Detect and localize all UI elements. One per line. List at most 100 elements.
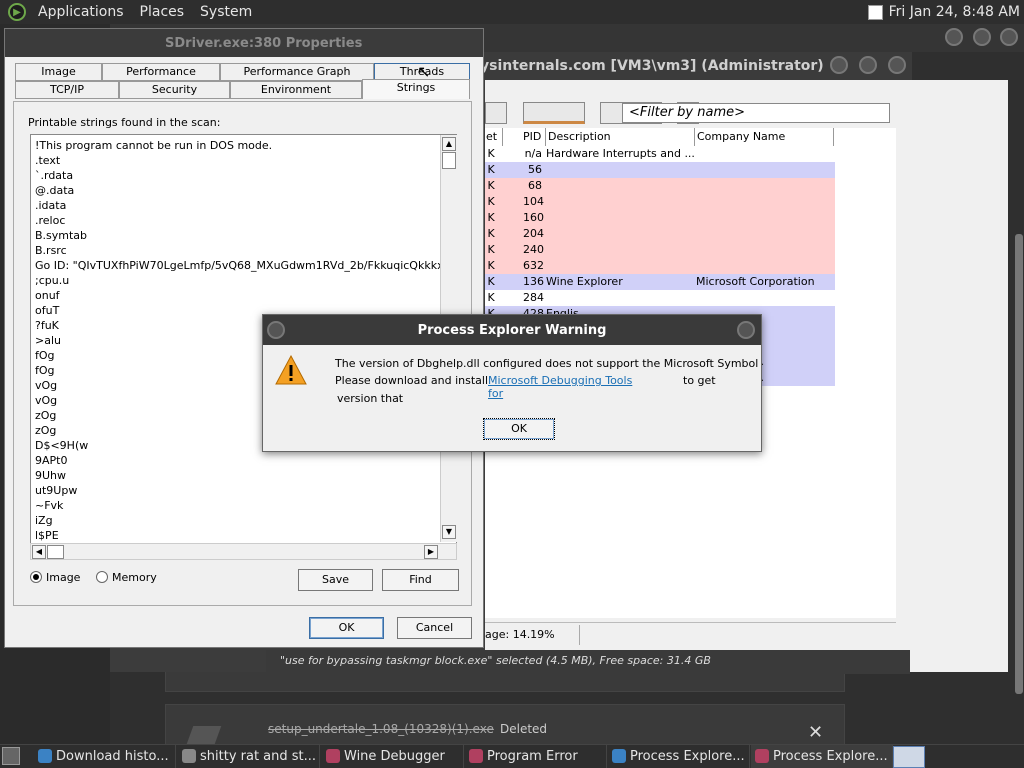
taskbar-item-label: shitty rat and st... <box>200 749 317 764</box>
download-status: Deleted <box>500 722 548 736</box>
scroll-up-icon[interactable]: ▲ <box>442 137 456 151</box>
process-pid: 160 <box>523 211 544 224</box>
ok-button[interactable]: OK <box>309 617 384 639</box>
column-header[interactable]: Description <box>545 128 695 146</box>
remove-download-icon[interactable]: ✕ <box>808 722 823 743</box>
process-row[interactable]: 0 K 104 <box>477 194 835 210</box>
taskbar-item[interactable]: Process Explore... <box>608 745 750 768</box>
tab-strings[interactable]: Strings <box>362 79 470 99</box>
tab-environment[interactable]: Environment <box>230 81 362 99</box>
props-titlebar: SDriver.exe:380 Properties <box>5 29 483 57</box>
strings-label: Printable strings found in the scan: <box>28 116 221 129</box>
process-row[interactable]: 4 K 632 <box>477 258 835 274</box>
app-icon <box>326 749 340 763</box>
process-row[interactable]: 0 K 56 <box>477 162 835 178</box>
clock[interactable]: Fri Jan 24, 8:48 AM <box>889 4 1020 20</box>
taskbar-item[interactable]: Download histo... <box>34 745 176 768</box>
show-desktop-icon[interactable] <box>2 747 20 765</box>
tab-image[interactable]: Image <box>15 63 102 81</box>
scrollbar[interactable] <box>1015 234 1023 694</box>
process-pid: 204 <box>523 227 544 240</box>
process-description: Hardware Interrupts and ... <box>546 147 695 160</box>
string-item[interactable]: !This program cannot be run in DOS mode. <box>31 138 456 153</box>
scroll-left-icon[interactable]: ◀ <box>32 545 46 559</box>
process-row[interactable]: 8 K 204 <box>477 226 835 242</box>
process-pid: 284 <box>523 291 544 304</box>
minimize-icon[interactable] <box>945 28 963 46</box>
minimize-icon[interactable] <box>830 56 849 74</box>
download-status-line: "use for bypassing taskmgr block.exe" se… <box>266 650 910 674</box>
close-icon[interactable] <box>737 321 755 339</box>
string-item[interactable]: `.rdata <box>31 168 456 183</box>
scroll-right-icon[interactable]: ▶ <box>424 545 438 559</box>
column-header[interactable]: et <box>483 128 503 146</box>
horizontal-scrollbar[interactable]: ◀ ▶ <box>30 543 457 560</box>
process-row[interactable]: 6 K 68 <box>477 178 835 194</box>
panel-checkbox-icon[interactable] <box>867 4 883 20</box>
memory-graph[interactable] <box>523 102 585 124</box>
radio-memory[interactable] <box>96 571 108 583</box>
column-header[interactable]: Company Name <box>694 128 834 146</box>
download-filename[interactable]: setup_undertale_1.08_(10328)(1).exe <box>268 722 494 736</box>
cpu-graph[interactable] <box>485 102 507 124</box>
process-company: Microsoft Corporation <box>696 275 815 288</box>
process-pid: 240 <box>523 243 544 256</box>
tab-tcpip[interactable]: TCP/IP <box>15 81 119 99</box>
string-item[interactable]: onuf <box>31 288 456 303</box>
close-icon[interactable] <box>1000 28 1018 46</box>
string-item[interactable]: B.symtab <box>31 228 456 243</box>
menu-places[interactable]: Places <box>132 0 193 24</box>
warning-ok-button[interactable]: OK <box>483 418 555 440</box>
string-item[interactable]: .idata <box>31 198 456 213</box>
filter-input[interactable]: <Filter by name> <box>622 103 890 123</box>
warning-title: Process Explorer Warning <box>417 323 607 338</box>
workspace-switcher[interactable] <box>893 746 925 768</box>
string-item[interactable]: 9APt0 <box>31 453 456 468</box>
save-button[interactable]: Save <box>298 569 373 591</box>
taskbar-item[interactable]: Process Explore... <box>751 745 893 768</box>
scroll-down-icon[interactable]: ▼ <box>442 525 456 539</box>
string-item[interactable]: 9Uhw <box>31 468 456 483</box>
tab-security[interactable]: Security <box>119 81 230 99</box>
maximize-icon[interactable] <box>859 56 878 74</box>
taskbar-item[interactable]: Wine Debugger <box>322 745 464 768</box>
string-item[interactable]: Go ID: "QIvTUXfhPiW70LgeLmfp/5vQ68_MXuGd… <box>31 258 456 273</box>
process-row[interactable]: 8 K 136 Wine Explorer Microsoft Corporation <box>477 274 835 290</box>
app-icon <box>469 749 483 763</box>
app-icon <box>38 749 52 763</box>
process-pid: 136 <box>523 275 544 288</box>
string-item[interactable]: B.rsrc <box>31 243 456 258</box>
close-icon[interactable] <box>888 56 906 74</box>
tab-performance[interactable]: Performance <box>102 63 220 81</box>
warning-dialog: Process Explorer Warning The version of … <box>262 314 762 452</box>
tab-performance-graph[interactable]: Performance Graph <box>220 63 374 81</box>
string-item[interactable]: ~Fvk <box>31 498 456 513</box>
column-header[interactable]: PID <box>520 128 546 146</box>
menu-system[interactable]: System <box>192 0 260 24</box>
string-item[interactable]: .reloc <box>31 213 456 228</box>
menu-applications[interactable]: Applications <box>30 0 132 24</box>
taskbar-item[interactable]: Program Error <box>465 745 607 768</box>
maximize-icon[interactable] <box>972 28 991 46</box>
warning-titlebar: Process Explorer Warning <box>263 315 761 345</box>
scroll-thumb[interactable] <box>442 152 456 169</box>
find-button[interactable]: Find <box>382 569 459 591</box>
radio-image[interactable] <box>30 571 42 583</box>
process-row[interactable]: 4 K 160 <box>477 210 835 226</box>
taskbar-item-label: Process Explore... <box>773 749 888 764</box>
process-row[interactable]: 2 K 240 <box>477 242 835 258</box>
string-item[interactable]: @.data <box>31 183 456 198</box>
cancel-button[interactable]: Cancel <box>397 617 472 639</box>
string-item[interactable]: ut9Upw <box>31 483 456 498</box>
scroll-thumb[interactable] <box>47 545 64 559</box>
string-item[interactable]: ;cpu.u <box>31 273 456 288</box>
distro-logo-icon[interactable]: ▶ <box>8 3 26 21</box>
string-item[interactable]: .text <box>31 153 456 168</box>
string-item[interactable]: l$PE <box>31 528 456 543</box>
string-item[interactable]: iZg <box>31 513 456 528</box>
process-pid: 56 <box>528 163 542 176</box>
taskbar-item[interactable]: shitty rat and st... <box>178 745 320 768</box>
process-row[interactable]: 6 K 284 <box>477 290 835 306</box>
process-row[interactable]: 0 Kn/a Hardware Interrupts and ... <box>477 146 835 162</box>
debugging-tools-link[interactable]: Microsoft Debugging Tools for <box>488 374 646 400</box>
